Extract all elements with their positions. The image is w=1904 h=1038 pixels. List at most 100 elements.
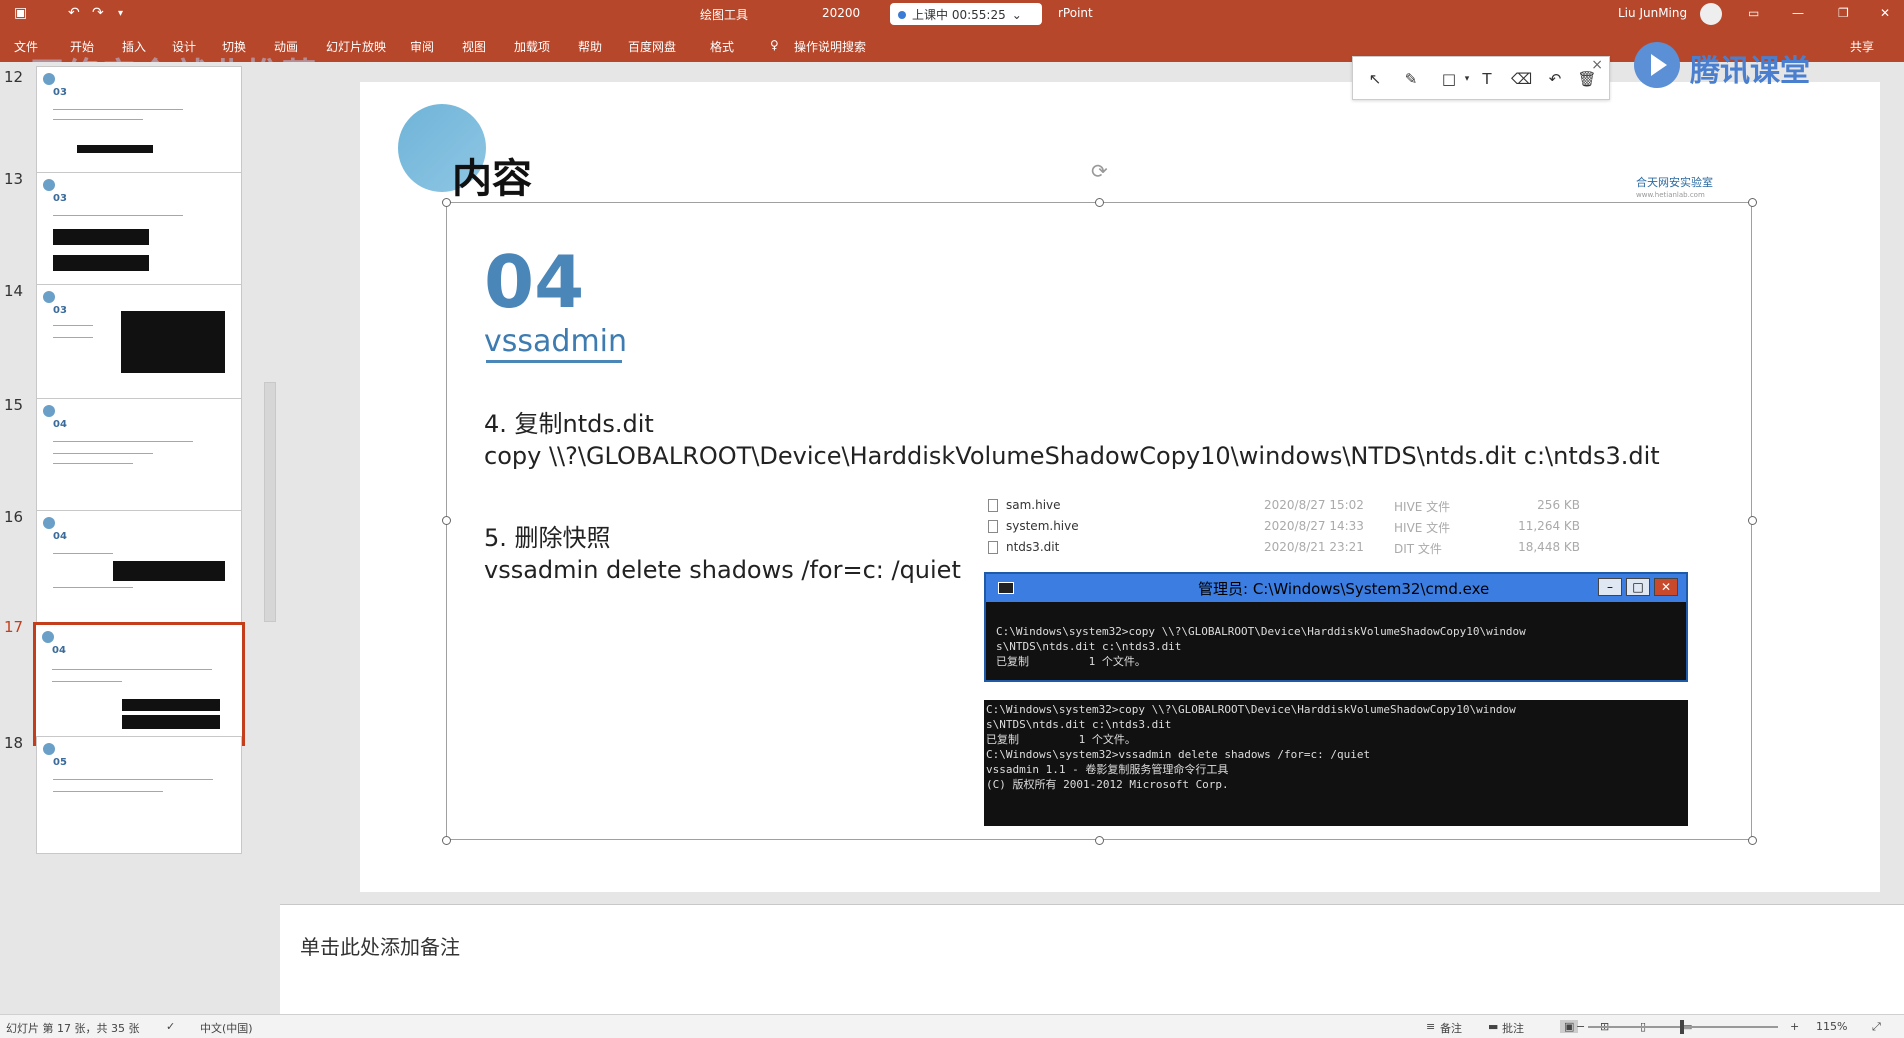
slide-thumbnail-16[interactable]: 04 (36, 510, 242, 628)
zoom-slider-thumb[interactable] (1680, 1020, 1684, 1034)
thumb-circle-icon (43, 405, 55, 417)
resize-handle[interactable] (1748, 516, 1757, 525)
resize-handle[interactable] (442, 836, 451, 845)
customize-qat-icon[interactable]: ▾ (118, 8, 123, 19)
comments-icon: ▬ (1488, 1020, 1499, 1033)
zoom-out-icon[interactable]: − (1576, 1020, 1585, 1033)
file-icon (988, 499, 998, 512)
close-icon[interactable]: ✕ (1880, 6, 1890, 20)
cmd-window-screenshot: 管理员: C:\Windows\System32\cmd.exe – □ ✕ C… (984, 572, 1688, 682)
slide-number: 13 (4, 170, 24, 188)
eraser-icon[interactable]: ⌫ (1511, 69, 1532, 89)
cmd-output: C:\Windows\system32>copy \\?\GLOBALROOT\… (996, 625, 1526, 668)
slide-thumbnail-12[interactable]: 03 (36, 66, 242, 184)
file-icon (988, 520, 998, 533)
avatar[interactable] (1700, 3, 1722, 25)
chevron-down-icon: ⌄ (1011, 8, 1022, 22)
status-bar: 幻灯片 第 17 张，共 35 张 ✓ 中文(中国) ≡ 备注 ▬ 批注 ▣ ⊞… (0, 1014, 1904, 1038)
resize-handle[interactable] (1748, 198, 1757, 207)
thumb-circle-icon (42, 631, 54, 643)
trash-icon[interactable]: 🗑 (1577, 69, 1597, 89)
filename-fragment: 20200 (822, 6, 861, 20)
text-icon[interactable]: T (1477, 69, 1497, 89)
slide-thumbnail-18[interactable]: 05 (36, 736, 242, 854)
slide-thumbnail-17[interactable]: 04 (33, 622, 245, 746)
cmd-title: 管理员: C:\Windows\System32\cmd.exe (1198, 580, 1490, 598)
tab-review[interactable]: 审阅 (410, 38, 434, 55)
comments-toggle-button[interactable]: 批注 (1502, 1020, 1524, 1036)
slide-thumbnail-13[interactable]: 03 (36, 172, 242, 290)
live-dot-icon (898, 11, 906, 19)
slide-thumbnail-15[interactable]: 04 (36, 398, 242, 516)
pen-icon[interactable]: ✎ (1401, 69, 1421, 89)
slide-number: 12 (4, 68, 24, 86)
close-icon: ✕ (1654, 578, 1678, 596)
rectangle-icon[interactable]: □ (1439, 69, 1459, 89)
tab-view[interactable]: 视图 (462, 38, 486, 55)
cmd-output-screenshot: C:\Windows\system32>copy \\?\GLOBALROOT\… (984, 700, 1688, 826)
slide-thumbnail-14[interactable]: 03 (36, 284, 242, 402)
redo-icon[interactable]: ↷ (92, 5, 104, 21)
language-indicator[interactable]: 中文(中国) (200, 1020, 253, 1036)
thumb-section: 04 (52, 645, 66, 656)
file-list-screenshot: sam.hive 2020/8/27 15:02 HIVE 文件 256 KB … (986, 496, 1590, 556)
spellcheck-icon[interactable]: ✓ (166, 1020, 175, 1033)
thumb-section: 03 (53, 193, 67, 204)
restore-icon[interactable]: ❐ (1838, 6, 1849, 20)
slide-count-info: 幻灯片 第 17 张，共 35 张 (6, 1022, 140, 1035)
chevron-down-icon[interactable]: ▾ (1457, 69, 1477, 89)
thumb-section: 04 (53, 419, 67, 430)
slide-number: 16 (4, 508, 24, 526)
resize-handle[interactable] (1748, 836, 1757, 845)
minimize-icon[interactable]: — (1792, 6, 1804, 20)
app-name-fragment: rPoint (1058, 6, 1093, 20)
rotate-handle-icon[interactable]: ⟳ (1091, 159, 1108, 183)
file-row: system.hive 2020/8/27 14:33 HIVE 文件 11,2… (986, 517, 1590, 537)
step5-command: vssadmin delete shadows /for=c: /quiet (484, 556, 961, 584)
fit-to-window-icon[interactable]: ⤢ (1872, 1020, 1881, 1034)
thumb-circle-icon (43, 179, 55, 191)
slide-number-selected: 17 (4, 618, 24, 636)
tell-me-search[interactable]: 操作说明搜索 (794, 38, 866, 55)
zoom-level[interactable]: 115% (1816, 1020, 1847, 1033)
undo-icon[interactable]: ↶ (68, 5, 80, 21)
resize-handle[interactable] (442, 516, 451, 525)
lightbulb-icon: ♀ (770, 38, 779, 52)
live-status-text: 上课中 00:55:25 (912, 8, 1006, 22)
maximize-icon: □ (1626, 578, 1650, 596)
thumb-section: 04 (53, 531, 67, 542)
slide-title[interactable]: 内容 (452, 146, 532, 204)
thumb-section: 03 (53, 87, 67, 98)
notes-toggle-button[interactable]: 备注 (1440, 1020, 1462, 1036)
tab-baidu-netdisk[interactable]: 百度网盘 (628, 38, 676, 55)
live-status-pill[interactable]: 上课中 00:55:25 ⌄ (890, 3, 1042, 25)
section-number: 04 (484, 240, 585, 324)
resize-handle[interactable] (442, 198, 451, 207)
cmd-titlebar: 管理员: C:\Windows\System32\cmd.exe – □ ✕ (986, 574, 1686, 602)
slide-number: 14 (4, 282, 24, 300)
tab-slideshow[interactable]: 幻灯片放映 (326, 38, 386, 55)
brand-url: www.hetianlab.com (1636, 191, 1705, 199)
cmd-output: C:\Windows\system32>copy \\?\GLOBALROOT\… (986, 703, 1516, 791)
file-icon (988, 541, 998, 554)
thumb-circle-icon (43, 517, 55, 529)
ribbon-display-icon[interactable]: ▭ (1748, 6, 1759, 20)
tab-help[interactable]: 帮助 (578, 38, 602, 55)
resize-handle[interactable] (1095, 198, 1104, 207)
section-title: vssadmin (484, 324, 628, 359)
notes-pane[interactable]: 单击此处添加备注 (280, 904, 1904, 1014)
file-row: sam.hive 2020/8/27 15:02 HIVE 文件 256 KB (986, 496, 1590, 516)
thumb-circle-icon (43, 743, 55, 755)
step4-command: copy \\?\GLOBALROOT\Device\HarddiskVolum… (484, 442, 1660, 470)
user-name: Liu JunMing (1618, 6, 1688, 20)
notes-placeholder[interactable]: 单击此处添加备注 (300, 931, 460, 960)
undo-icon[interactable]: ↶ (1545, 69, 1565, 89)
save-icon[interactable]: ▣ (14, 5, 27, 21)
thumbnail-scrollbar[interactable] (264, 382, 276, 622)
step5-heading: 5. 删除快照 (484, 524, 611, 552)
pointer-icon[interactable]: ↖ (1365, 69, 1385, 89)
tab-format[interactable]: 格式 (710, 38, 734, 55)
resize-handle[interactable] (1095, 836, 1104, 845)
tab-addins[interactable]: 加载项 (514, 38, 550, 55)
zoom-in-icon[interactable]: + (1790, 1020, 1799, 1033)
